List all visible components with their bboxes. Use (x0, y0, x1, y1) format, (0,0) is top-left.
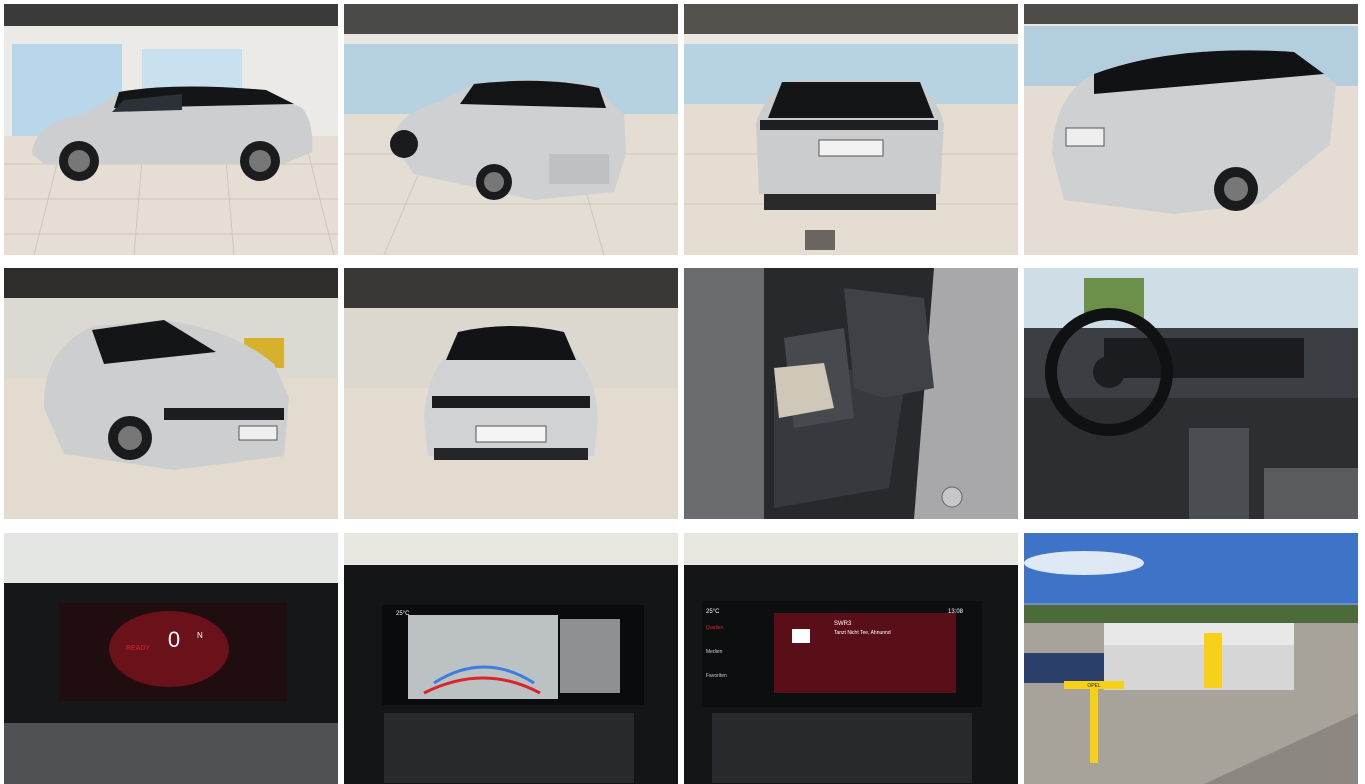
media-menu-2: Medien (706, 649, 723, 655)
photo-dealership-aerial[interactable]: OPEL (1024, 533, 1358, 784)
photo-rear-view[interactable] (684, 4, 1018, 255)
media-menu-1: Quellen (706, 625, 723, 631)
cockpit-image (1024, 268, 1358, 519)
cluster-ready-label: READY (126, 645, 150, 652)
car-front-quarter-image (4, 268, 338, 519)
media-temp: 25°C (706, 609, 720, 615)
media-menu-3: Favoriten (706, 673, 727, 679)
photo-rear-three-quarter[interactable] (344, 4, 678, 255)
photo-instrument-cluster[interactable]: 0 READY N (4, 533, 338, 784)
instrument-cluster-image: 0 READY N (4, 533, 338, 784)
photo-cockpit[interactable] (1024, 268, 1358, 519)
photo-rear-quarter-elevated[interactable] (1024, 4, 1358, 255)
media-display-image: 25°C 13:08 SWR3 Tanzt Nicht Tee, Ahnunnd… (684, 533, 1018, 784)
photo-side-view[interactable] (4, 4, 338, 255)
rear-camera-display-image: 25°C (344, 533, 678, 784)
rear-seats-image (684, 268, 1018, 519)
camera-temp: 25°C (396, 611, 410, 617)
photo-media-display[interactable]: 25°C 13:08 SWR3 Tanzt Nicht Tee, Ahnunnd… (684, 533, 1018, 784)
car-rear-image (684, 4, 1018, 255)
cluster-speed: 0 (168, 627, 180, 652)
dealer-sign: OPEL (1087, 683, 1101, 689)
photo-rear-camera-display[interactable]: 25°C (344, 533, 678, 784)
car-side-image (4, 4, 338, 255)
dealership-aerial-image: OPEL (1024, 533, 1358, 784)
media-subtitle: Tanzt Nicht Tee, Ahnunnd (834, 630, 891, 636)
car-rear-quarter-image (344, 4, 678, 255)
cluster-gear: N (197, 631, 203, 640)
photo-rear-seats[interactable] (684, 268, 1018, 519)
media-time: 13:08 (948, 609, 964, 615)
photo-front-three-quarter[interactable] (4, 268, 338, 519)
media-title: SWR3 (834, 621, 852, 627)
car-rear-elevated-image (1024, 4, 1358, 255)
car-front-image (344, 268, 678, 519)
photo-front-view[interactable] (344, 268, 678, 519)
